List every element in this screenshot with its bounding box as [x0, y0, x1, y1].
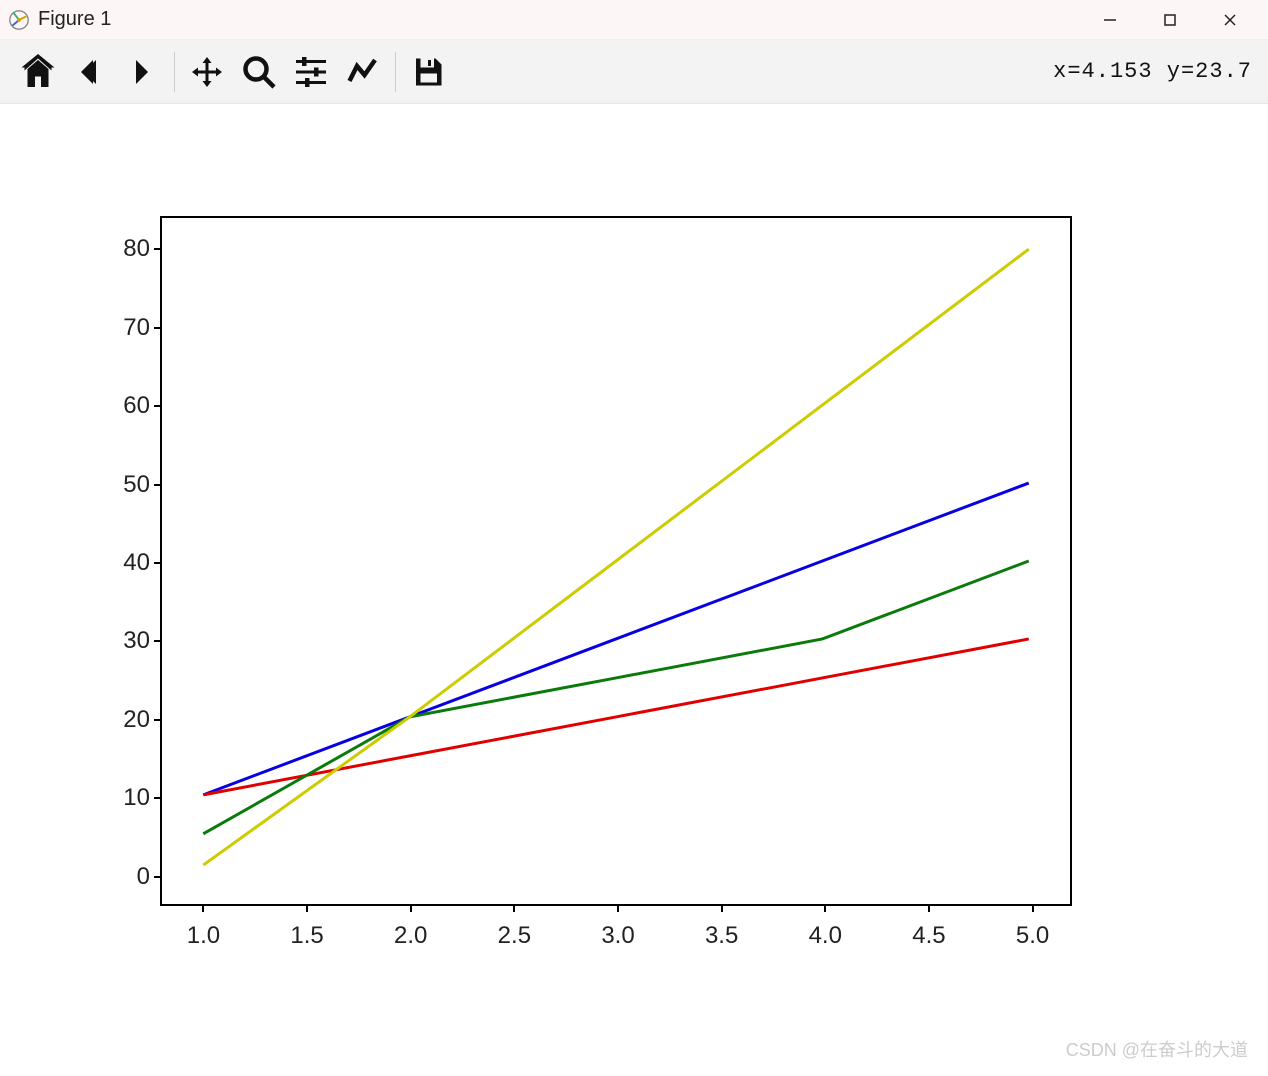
- toolbar-separator: [174, 52, 175, 92]
- minimize-button[interactable]: [1080, 0, 1140, 40]
- pan-button[interactable]: [181, 46, 233, 98]
- home-button[interactable]: [12, 46, 64, 98]
- series-blue: [203, 483, 1028, 795]
- x-tick-label: 5.0: [1003, 922, 1063, 950]
- y-tick: [154, 640, 162, 642]
- app-icon: [8, 9, 30, 31]
- x-tick: [410, 904, 412, 912]
- x-tick-label: 4.0: [795, 922, 855, 950]
- y-tick: [154, 876, 162, 878]
- zoom-button[interactable]: [233, 46, 285, 98]
- window-title: Figure 1: [38, 8, 111, 31]
- y-tick-label: 40: [100, 549, 150, 577]
- series-green: [203, 561, 1028, 834]
- y-tick-label: 80: [100, 235, 150, 263]
- maximize-button[interactable]: [1140, 0, 1200, 40]
- y-tick: [154, 719, 162, 721]
- x-tick: [721, 904, 723, 912]
- x-tick-label: 3.5: [692, 922, 752, 950]
- edit-axis-button[interactable]: [337, 46, 389, 98]
- x-tick: [1032, 904, 1034, 912]
- y-tick: [154, 327, 162, 329]
- x-tick: [202, 904, 204, 912]
- cursor-coordinates: x=4.153 y=23.7: [1053, 59, 1256, 84]
- chart-lines: [162, 218, 1070, 904]
- x-tick: [513, 904, 515, 912]
- y-tick-label: 20: [100, 706, 150, 734]
- x-tick-label: 3.0: [588, 922, 648, 950]
- y-tick-label: 10: [100, 784, 150, 812]
- y-tick-label: 70: [100, 314, 150, 342]
- watermark: CSDN @在奋斗的大道: [1066, 1036, 1248, 1062]
- x-tick-label: 4.5: [899, 922, 959, 950]
- axes[interactable]: 010203040506070801.01.52.02.53.03.54.04.…: [160, 216, 1072, 906]
- x-tick-label: 2.0: [381, 922, 441, 950]
- x-tick-label: 1.5: [277, 922, 337, 950]
- x-tick-label: 1.0: [173, 922, 233, 950]
- title-bar: Figure 1: [0, 0, 1268, 40]
- y-tick: [154, 484, 162, 486]
- save-button[interactable]: [402, 46, 454, 98]
- y-tick: [154, 248, 162, 250]
- y-tick: [154, 405, 162, 407]
- back-button[interactable]: [64, 46, 116, 98]
- series-red: [203, 639, 1028, 795]
- x-tick: [306, 904, 308, 912]
- configure-subplots-button[interactable]: [285, 46, 337, 98]
- toolbar-separator: [395, 52, 396, 92]
- x-tick: [824, 904, 826, 912]
- x-tick-label: 2.5: [484, 922, 544, 950]
- x-tick: [928, 904, 930, 912]
- toolbar: x=4.153 y=23.7: [0, 40, 1268, 104]
- y-tick-label: 60: [100, 392, 150, 420]
- y-tick: [154, 562, 162, 564]
- close-button[interactable]: [1200, 0, 1260, 40]
- x-tick: [617, 904, 619, 912]
- y-tick-label: 30: [100, 627, 150, 655]
- y-tick: [154, 797, 162, 799]
- y-tick-label: 50: [100, 471, 150, 499]
- y-tick-label: 0: [100, 863, 150, 891]
- plot-area[interactable]: 0 10 20 30 40 50 60 70 80 1.0 1.5 2.0 2.5 3.0 3.5 4.0 4.…: [0, 104, 1268, 1076]
- window-buttons: [1080, 0, 1260, 40]
- forward-button[interactable]: [116, 46, 168, 98]
